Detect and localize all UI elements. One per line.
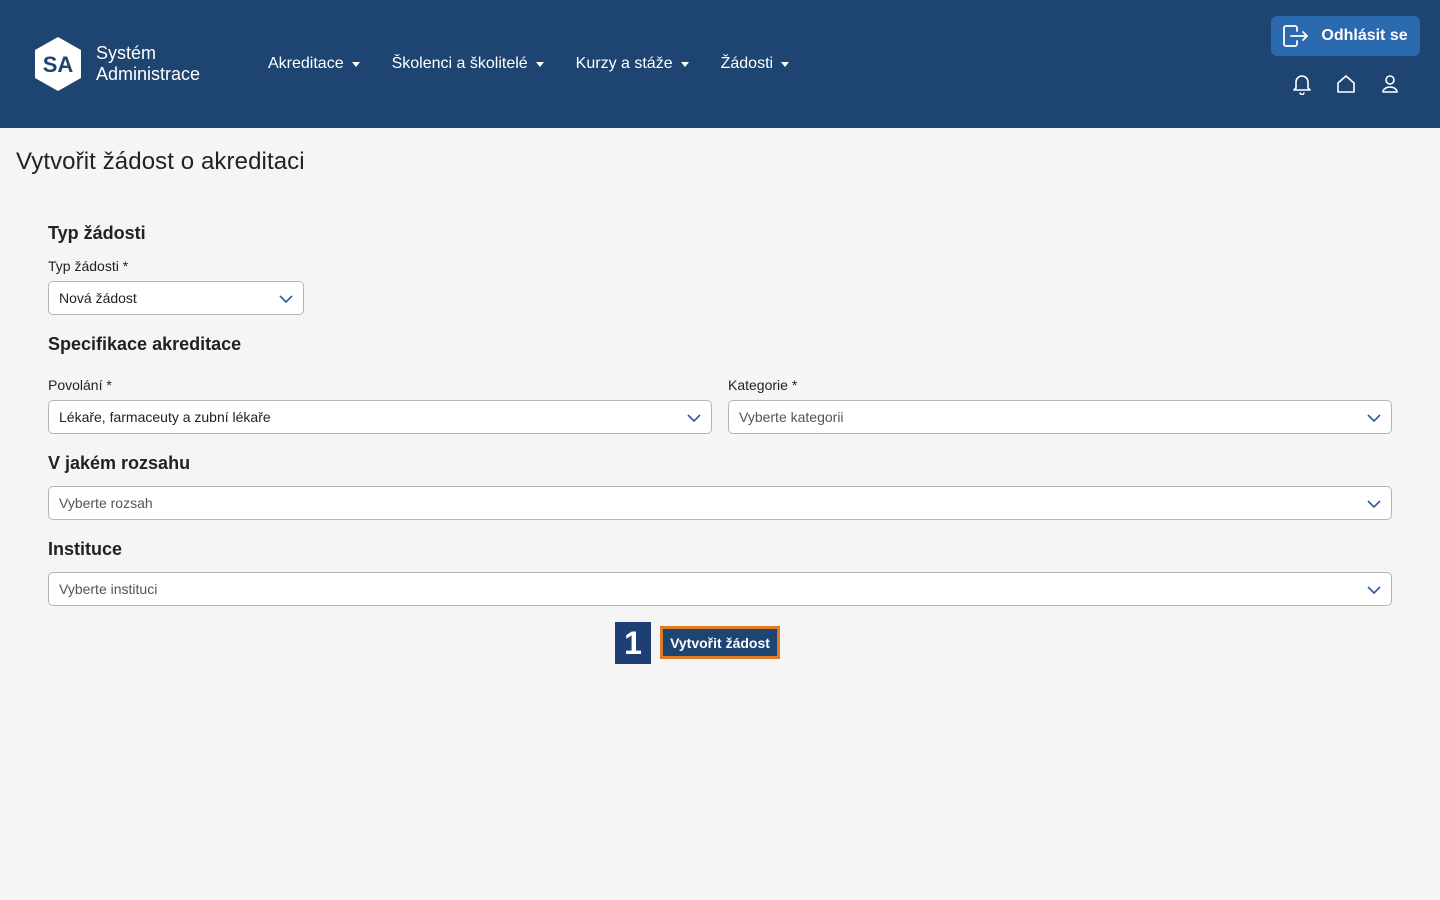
section-heading-institution: Instituce: [48, 539, 123, 559]
chevron-down-icon: [1367, 586, 1381, 595]
scope-placeholder: Vyberte rozsah: [59, 495, 153, 511]
caret-down-icon: [535, 61, 544, 67]
section-heading-type: Typ žádosti: [48, 223, 146, 243]
logo-line1: Systém: [96, 43, 157, 63]
caret-down-icon: [351, 61, 360, 67]
chevron-down-icon: [279, 295, 293, 304]
logo-text[interactable]: Systém Administrace: [96, 43, 200, 85]
nav-label: Kurzy a stáže: [575, 55, 673, 72]
bell-icon[interactable]: [1290, 72, 1314, 96]
nav-skolenci[interactable]: Školenci a školitelé: [392, 55, 544, 73]
nav-kurzy[interactable]: Kurzy a stáže: [576, 55, 689, 73]
logo-initials: SA: [43, 52, 74, 77]
logout-button[interactable]: Odhlásit se: [1271, 16, 1420, 56]
create-request-button[interactable]: Vytvořit žádost: [660, 626, 780, 659]
logout-label: Odhlásit se: [1321, 27, 1408, 44]
caret-down-icon: [781, 61, 790, 67]
chevron-down-icon: [1367, 500, 1381, 509]
nav-zadosti[interactable]: Žádosti: [720, 55, 790, 73]
povolani-select[interactable]: Lékaře, farmaceuty a zubní lékaře: [48, 400, 712, 434]
logo-icon[interactable]: SA: [33, 36, 83, 92]
user-icon[interactable]: [1378, 72, 1402, 96]
nav-akreditace[interactable]: Akreditace: [268, 55, 360, 73]
kategorie-select[interactable]: Vyberte kategorii: [728, 400, 1392, 434]
institution-placeholder: Vyberte instituci: [59, 581, 158, 597]
main-nav: Akreditace Školenci a školitelé Kurzy a …: [268, 52, 821, 76]
section-heading-spec: Specifikace akreditace: [48, 334, 242, 354]
scope-select[interactable]: Vyberte rozsah: [48, 486, 1392, 520]
povolani-select-value: Lékaře, farmaceuty a zubní lékaře: [59, 409, 271, 425]
nav-label: Akreditace: [268, 55, 344, 72]
type-label: Typ žádosti *: [48, 258, 129, 274]
nav-label: Žádosti: [720, 55, 774, 72]
step-number-badge: 1: [615, 622, 651, 664]
logout-icon: [1283, 25, 1309, 47]
nav-label: Školenci a školitelé: [391, 55, 528, 72]
institution-select[interactable]: Vyberte instituci: [48, 572, 1392, 606]
kategorie-placeholder: Vyberte kategorii: [739, 409, 844, 425]
povolani-label: Povolání *: [48, 377, 112, 393]
logo-line2: Administrace: [96, 64, 201, 84]
type-select[interactable]: Nová žádost: [48, 281, 304, 315]
kategorie-label: Kategorie *: [728, 377, 798, 393]
chevron-down-icon: [1367, 414, 1381, 423]
chevron-down-icon: [687, 414, 701, 423]
type-select-value: Nová žádost: [59, 290, 137, 306]
home-icon[interactable]: [1334, 72, 1358, 96]
create-request-label: Vytvořit žádost: [670, 634, 770, 651]
section-heading-scope: V jakém rozsahu: [48, 453, 191, 473]
app-header: SA Systém Administrace Akreditace Školen…: [0, 0, 1440, 128]
page-title: Vytvořit žádost o akreditaci: [16, 148, 305, 175]
caret-down-icon: [680, 61, 689, 67]
